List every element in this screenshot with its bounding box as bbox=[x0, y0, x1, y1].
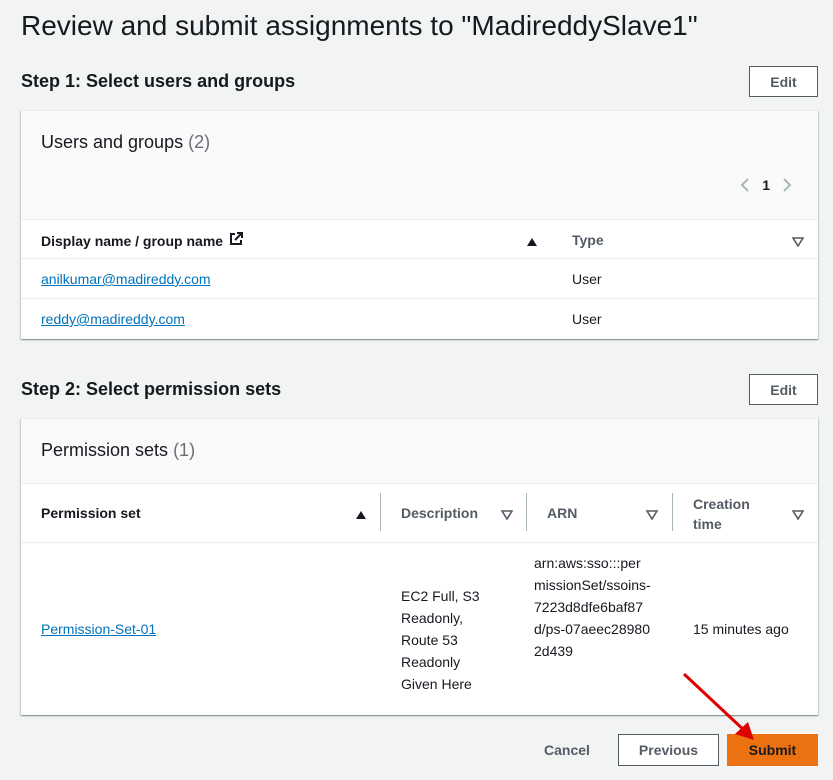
permission-set-creation-time: 15 minutes ago bbox=[693, 621, 789, 637]
user-type: User bbox=[572, 311, 602, 327]
users-groups-card-header: Users and groups (2) 1 bbox=[21, 111, 818, 219]
column-header-display-name-label: Display name / group name bbox=[41, 232, 224, 249]
users-groups-pagination: 1 bbox=[740, 177, 792, 193]
permission-sets-title-text: Permission sets bbox=[41, 440, 169, 460]
row-divider bbox=[21, 258, 818, 259]
sort-ascending-icon[interactable] bbox=[355, 507, 367, 525]
current-page-number[interactable]: 1 bbox=[762, 177, 770, 193]
users-groups-count: (2) bbox=[188, 132, 211, 152]
chevron-right-icon[interactable] bbox=[782, 177, 792, 193]
step1-edit-button[interactable]: Edit bbox=[749, 66, 818, 97]
user-link[interactable]: reddy@madireddy.com bbox=[41, 311, 185, 327]
header-divider bbox=[21, 483, 818, 484]
column-divider bbox=[526, 493, 527, 531]
annotation-arrow-icon bbox=[682, 672, 754, 740]
permission-set-link[interactable]: Permission-Set-01 bbox=[41, 621, 156, 637]
column-header-arn[interactable]: ARN bbox=[547, 505, 577, 521]
sort-descending-icon[interactable] bbox=[791, 234, 805, 252]
sort-descending-icon[interactable] bbox=[500, 507, 514, 525]
column-header-description[interactable]: Description bbox=[401, 505, 478, 521]
step1-title: Step 1: Select users and groups bbox=[21, 71, 296, 91]
external-link-icon bbox=[229, 232, 244, 249]
users-groups-title-text: Users and groups bbox=[41, 132, 184, 152]
step2-title: Step 2: Select permission sets bbox=[21, 379, 282, 399]
chevron-left-icon[interactable] bbox=[740, 177, 750, 193]
row-divider bbox=[21, 542, 818, 543]
permission-set-description: EC2 Full, S3 Readonly, Route 53 Readonly… bbox=[401, 588, 480, 692]
cancel-button[interactable]: Cancel bbox=[532, 734, 602, 766]
column-header-type[interactable]: Type bbox=[572, 232, 604, 248]
sort-descending-icon[interactable] bbox=[645, 507, 659, 525]
user-type: User bbox=[572, 271, 602, 287]
column-divider bbox=[672, 493, 673, 531]
permission-sets-title: Permission sets (1) bbox=[41, 440, 195, 461]
column-divider bbox=[380, 493, 381, 531]
users-groups-card: Users and groups (2) 1 Display name / gr… bbox=[21, 110, 818, 339]
permission-set-arn: arn:aws:sso:::permissionSet/ssoins-7223d… bbox=[534, 555, 651, 659]
column-header-display-name[interactable]: Display name / group name bbox=[41, 232, 244, 249]
page-title: Review and submit assignments to "Madire… bbox=[21, 10, 698, 41]
step2-edit-button[interactable]: Edit bbox=[749, 374, 818, 405]
permission-sets-count: (1) bbox=[173, 440, 196, 460]
header-divider bbox=[21, 219, 818, 220]
row-divider bbox=[21, 298, 818, 299]
column-header-permission-set[interactable]: Permission set bbox=[41, 505, 141, 521]
user-link[interactable]: anilkumar@madireddy.com bbox=[41, 271, 211, 287]
users-groups-title: Users and groups (2) bbox=[41, 132, 210, 153]
sort-descending-icon[interactable] bbox=[791, 507, 805, 525]
sort-ascending-icon[interactable] bbox=[526, 234, 538, 252]
permission-sets-card-header: Permission sets (1) bbox=[21, 419, 818, 483]
column-header-creation-time[interactable]: Creation time bbox=[693, 494, 763, 534]
